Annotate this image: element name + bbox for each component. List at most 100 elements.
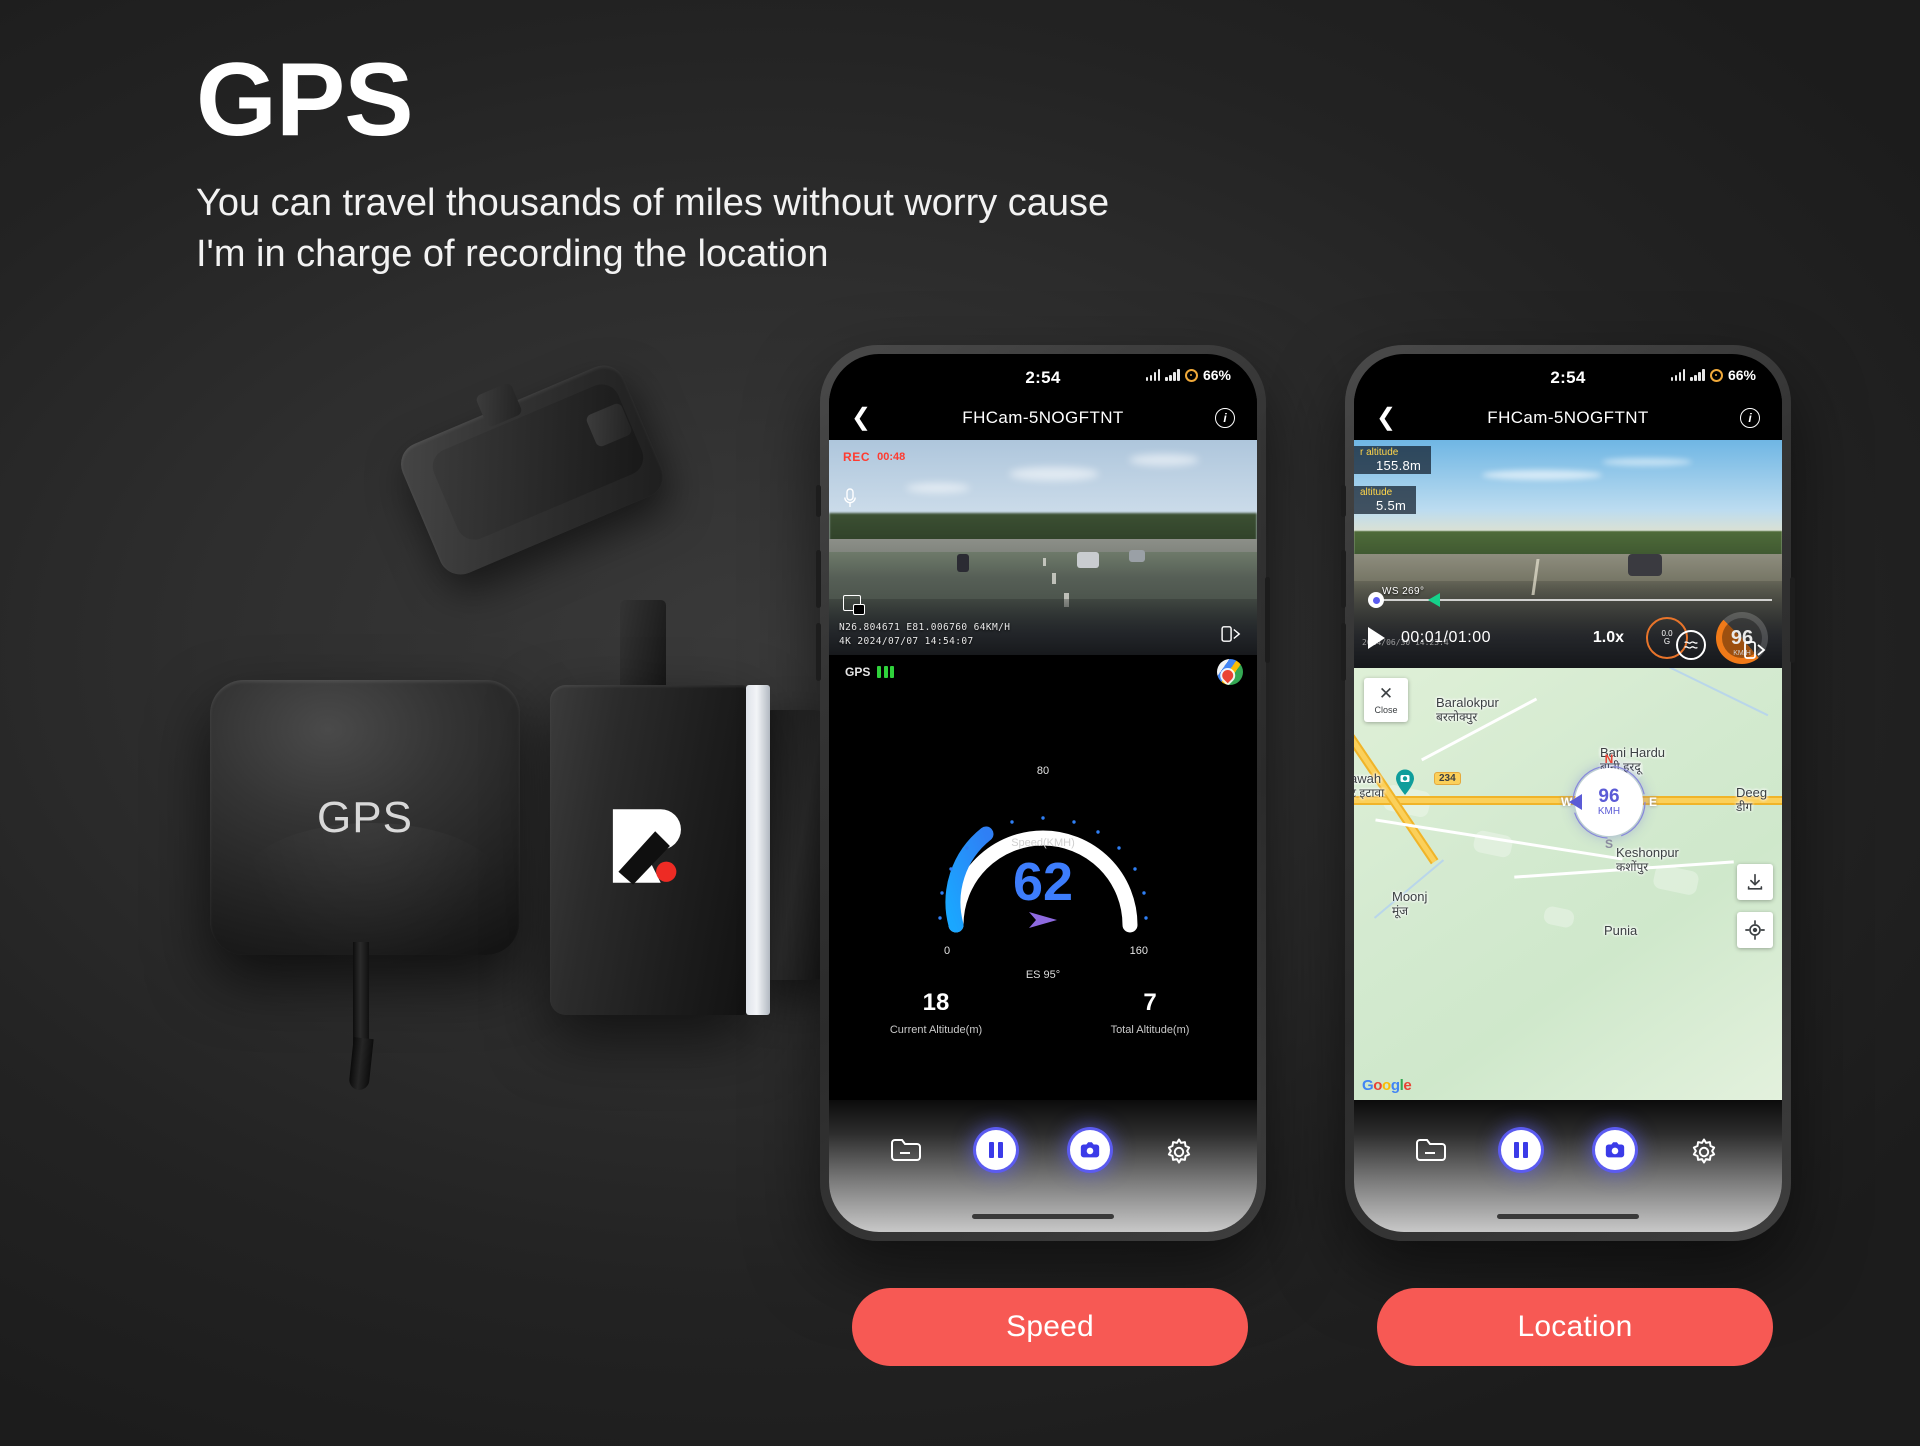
stat-value: 18 bbox=[922, 989, 950, 1016]
phone-side-button[interactable] bbox=[1341, 485, 1346, 517]
gear-icon[interactable] bbox=[1689, 1137, 1721, 1164]
google-maps-pin-icon[interactable] bbox=[1217, 659, 1243, 685]
pause-recording-button[interactable] bbox=[1501, 1130, 1541, 1170]
map-label-en: awah bbox=[1354, 771, 1382, 786]
map-label-hi: डीग bbox=[1736, 799, 1753, 814]
device-name-title: FHCam-5NOGFTNT bbox=[962, 408, 1124, 427]
speed-gauge-panel: 80 Speed(KMH) 62 0 160 ES 95° 18 Current… bbox=[829, 689, 1257, 1100]
altitude-chip-2-value: 5.5m bbox=[1376, 498, 1407, 513]
my-location-button[interactable] bbox=[1737, 912, 1773, 948]
phone-power-button[interactable] bbox=[1790, 577, 1795, 663]
stat-label: Current Altitude(m) bbox=[889, 1024, 983, 1036]
folder-icon[interactable] bbox=[1415, 1137, 1447, 1163]
compass-speed-indicator: 96 KMH N S E W bbox=[1561, 752, 1657, 851]
pause-recording-button[interactable] bbox=[976, 1130, 1016, 1170]
phone-volume-up-button[interactable] bbox=[1341, 550, 1346, 608]
altitude-chip-1-value: 155.8m bbox=[1376, 458, 1422, 473]
page-subtitle: You can travel thousands of miles withou… bbox=[196, 182, 1110, 275]
gauge-heading-label: ES 95° bbox=[1025, 969, 1061, 981]
map-label-en: Moonj bbox=[1392, 889, 1428, 904]
phone1-status-bar: 2:54 66% bbox=[829, 354, 1257, 396]
phone2-title-bar: ❮ FHCam-5NOGFTNT i bbox=[1354, 396, 1782, 440]
compass-south: S bbox=[1604, 837, 1614, 851]
cellular-signal-2-icon bbox=[1165, 369, 1180, 381]
compass-speed: 96 KMH bbox=[1575, 768, 1643, 836]
phone1-bottom-toolbar bbox=[829, 1100, 1257, 1232]
compass-speed-value: 96 bbox=[1598, 786, 1620, 807]
rotate-screen-icon[interactable] bbox=[1221, 625, 1243, 643]
page-title: GPS bbox=[196, 42, 414, 158]
home-indicator[interactable] bbox=[1497, 1214, 1639, 1219]
phone-volume-down-button[interactable] bbox=[1341, 623, 1346, 681]
seek-knob[interactable] bbox=[1368, 592, 1384, 608]
playback-rate[interactable]: 1.0x bbox=[1593, 629, 1624, 647]
gear-icon[interactable] bbox=[1164, 1137, 1196, 1164]
battery-percent: 66% bbox=[1727, 367, 1756, 383]
phone-volume-down-button[interactable] bbox=[816, 623, 821, 681]
playback-video[interactable]: r altitude 155.8m altitude 5.5m WS 269° … bbox=[1354, 440, 1782, 668]
play-icon[interactable] bbox=[1368, 627, 1385, 649]
direction-marker-icon bbox=[1428, 593, 1440, 607]
map-label-en: Baralokpur bbox=[1436, 695, 1499, 710]
dashcam-light-strip bbox=[746, 685, 770, 1015]
stat-value: 7 bbox=[1143, 989, 1157, 1016]
cellular-signal-icon bbox=[1145, 369, 1161, 381]
camera-icon bbox=[1605, 1142, 1625, 1158]
map-base-layer bbox=[1354, 668, 1782, 1100]
home-indicator[interactable] bbox=[972, 1214, 1114, 1219]
folder-icon[interactable] bbox=[890, 1137, 922, 1163]
map-label: Deeg डीग bbox=[1736, 785, 1768, 815]
phone-volume-up-button[interactable] bbox=[816, 550, 821, 608]
gauge-speed-value: 62 bbox=[1012, 852, 1074, 912]
map-label: Baralokpur बरलोक्पुर bbox=[1436, 695, 1499, 725]
motorcycle-rider bbox=[957, 553, 970, 572]
capture-photo-button[interactable] bbox=[1595, 1130, 1635, 1170]
phone1-title-bar: ❮ FHCam-5NOGFTNT i bbox=[829, 396, 1257, 440]
map-label-en: Punia bbox=[1604, 923, 1638, 938]
map-label-hi: बरलोक्पुर bbox=[1436, 709, 1478, 724]
close-map-button[interactable]: ✕ Close bbox=[1364, 678, 1408, 722]
gauge-max-tick: 160 bbox=[1129, 945, 1148, 957]
gps-label: GPS bbox=[845, 665, 871, 679]
altitude-stats: 18 Current Altitude(m) 7 Total Altitude(… bbox=[829, 989, 1257, 1036]
gps-track-map[interactable]: 234 Baralokpur बरलोक्पुर Bani Hardu बानी… bbox=[1354, 668, 1782, 1100]
phone-mockup-speed: 2:54 66% ❮ FHCam-5NOGFTNT i REC 00:48 N2… bbox=[816, 345, 1270, 1241]
vehicle-ahead bbox=[1627, 554, 1662, 576]
poi-marker-icon[interactable] bbox=[1394, 768, 1416, 796]
hero-text-block: GPS You can travel thousands of miles wi… bbox=[196, 48, 1396, 279]
phone-side-button[interactable] bbox=[816, 485, 821, 517]
map-label-hi: कशोंपुर bbox=[1616, 859, 1649, 874]
phone2-screen: 2:54 66% ❮ FHCam-5NOGFTNT i r altitude 1… bbox=[1354, 354, 1782, 1232]
rec-elapsed: 00:48 bbox=[877, 451, 906, 463]
location-button[interactable]: Location bbox=[1377, 1288, 1773, 1366]
live-video-preview[interactable]: REC 00:48 N26.804671 E81.006760 64KM/H 4… bbox=[829, 440, 1257, 655]
highway-shield: 234 bbox=[1434, 772, 1461, 785]
product-render: GPS bbox=[150, 358, 836, 1080]
video-osd-overlay: N26.804671 E81.006760 64KM/H 4K 2024/07/… bbox=[839, 621, 1010, 649]
battery-saver-icon bbox=[1709, 368, 1723, 382]
phone-power-button[interactable] bbox=[1265, 577, 1270, 663]
speed-button[interactable]: Speed bbox=[852, 1288, 1248, 1366]
gauge-direction-needle bbox=[1026, 909, 1060, 936]
stabilizer-icon[interactable] bbox=[1676, 630, 1706, 660]
pause-icon bbox=[989, 1142, 1003, 1158]
compass-speed-unit: KMH bbox=[1597, 806, 1621, 817]
rotate-screen-icon[interactable] bbox=[1744, 640, 1768, 660]
compass-east: E bbox=[1648, 795, 1657, 809]
playback-controls: 00:01/01:00 1.0x 0.0 G 96 KM/H bbox=[1354, 612, 1782, 664]
google-watermark: Google bbox=[1362, 1077, 1412, 1094]
playback-seek-bar[interactable] bbox=[1354, 590, 1782, 610]
map-label: Keshonpur कशोंपुर bbox=[1616, 845, 1679, 875]
microphone-icon[interactable] bbox=[843, 488, 857, 508]
picture-in-picture-icon[interactable] bbox=[843, 595, 865, 615]
altitude-chip-1-label: r altitude bbox=[1360, 447, 1399, 458]
map-label-en: Deeg bbox=[1736, 785, 1768, 800]
capture-photo-button[interactable] bbox=[1070, 1130, 1110, 1170]
vehicle-ahead bbox=[1128, 549, 1145, 562]
battery-saver-icon bbox=[1184, 368, 1198, 382]
compass-north: N bbox=[1604, 752, 1614, 766]
download-map-button[interactable] bbox=[1737, 864, 1773, 900]
status-time: 2:54 bbox=[1550, 368, 1586, 387]
map-label: Moonj मूंज bbox=[1392, 889, 1428, 919]
gauge-unit-label: Speed(KMH) bbox=[1011, 837, 1075, 849]
